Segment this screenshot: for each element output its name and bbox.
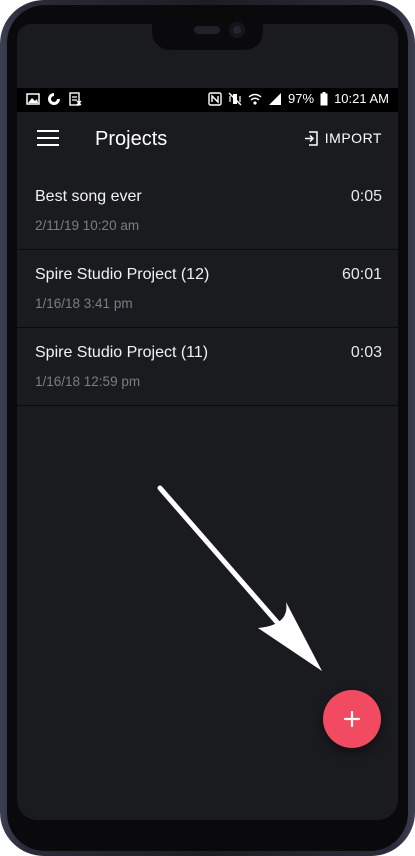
- status-time: 10:21 AM: [334, 91, 389, 106]
- project-date: 1/16/18 12:59 pm: [35, 374, 141, 389]
- list-item[interactable]: Spire Studio Project (11) 1/16/18 12:59 …: [17, 328, 398, 406]
- project-duration: 60:01: [341, 266, 382, 283]
- vibrate-mute-icon: [228, 91, 242, 106]
- project-list: Best song ever 2/11/19 10:20 am 0:05 Spi…: [17, 172, 398, 406]
- project-duration: 0:03: [350, 344, 382, 361]
- project-duration: 0:05: [350, 188, 382, 205]
- project-date: 1/16/18 3:41 pm: [35, 296, 133, 311]
- list-item[interactable]: Best song ever 2/11/19 10:20 am 0:05: [17, 172, 398, 250]
- project-title: Best song ever: [35, 188, 142, 205]
- document-notification-icon: [69, 92, 82, 106]
- project-title: Spire Studio Project (11): [35, 344, 209, 361]
- battery-icon: [320, 91, 328, 105]
- image-notification-icon: [26, 93, 40, 105]
- nfc-icon: [208, 91, 222, 106]
- app-bar: Projects IMPORT: [17, 112, 398, 168]
- earpiece-speaker: [194, 26, 220, 34]
- hamburger-menu-icon[interactable]: [37, 130, 59, 148]
- status-bar: 97% 10:21 AM: [17, 88, 398, 112]
- signal-icon: [269, 92, 282, 105]
- import-icon: [304, 130, 318, 146]
- sync-notification-icon: [48, 93, 60, 105]
- import-button[interactable]: IMPORT: [304, 130, 382, 146]
- wifi-icon: [248, 93, 262, 105]
- plus-icon: [343, 710, 361, 728]
- project-date: 2/11/19 10:20 am: [35, 218, 140, 233]
- front-camera: [229, 22, 245, 38]
- page-title: Projects: [95, 128, 168, 150]
- list-item[interactable]: Spire Studio Project (12) 1/16/18 3:41 p…: [17, 250, 398, 328]
- import-label: IMPORT: [324, 130, 382, 146]
- app-screen: 97% 10:21 AM Projects IMPORT Best song e…: [17, 24, 398, 820]
- battery-percent: 97%: [288, 91, 315, 106]
- add-project-button[interactable]: [323, 690, 381, 748]
- project-title: Spire Studio Project (12): [35, 266, 210, 283]
